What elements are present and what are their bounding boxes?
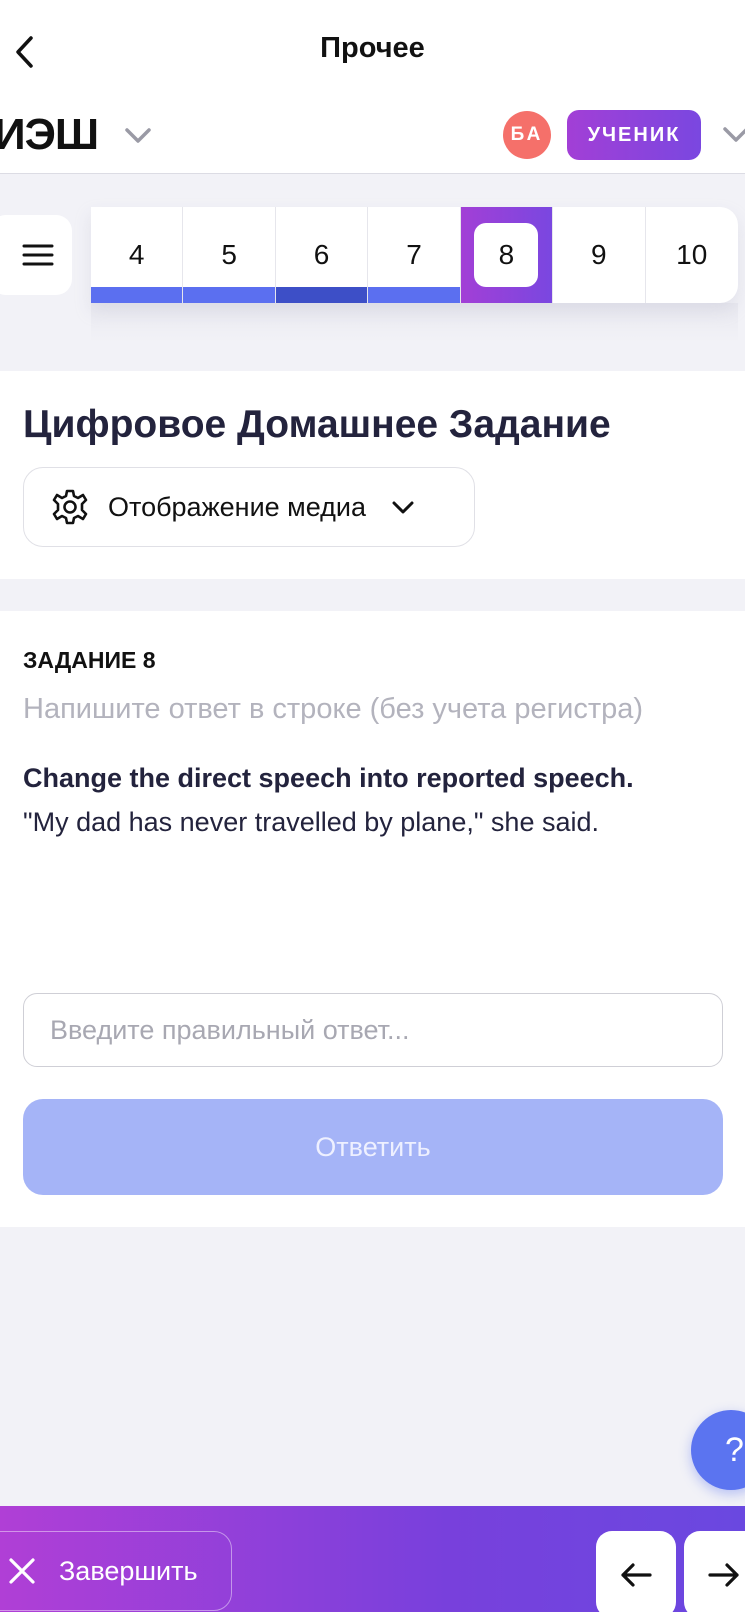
- task-tab-10[interactable]: 10: [646, 207, 738, 303]
- task-card: ЗАДАНИЕ 8 Напишите ответ в строке (без у…: [0, 611, 745, 1227]
- task-tab-label: 9: [591, 239, 607, 270]
- task-hint: Напишите ответ в строке (без учета регис…: [23, 693, 644, 725]
- title-card: Цифровое Домашнее Задание Отображение ме…: [0, 371, 745, 579]
- task-tab-label: 8: [474, 223, 539, 287]
- brand-logo: ИЭШ: [0, 110, 99, 159]
- task-tab-label: 6: [313, 239, 330, 270]
- answer-input[interactable]: [23, 993, 723, 1067]
- brand-menu-button[interactable]: [122, 122, 154, 150]
- chevron-down-icon: [392, 501, 414, 514]
- task-tab-label: 5: [221, 239, 237, 270]
- role-menu-button[interactable]: [722, 120, 745, 150]
- next-task-button[interactable]: [684, 1531, 745, 1612]
- chevron-down-icon: [723, 127, 745, 142]
- finish-button[interactable]: Завершить: [0, 1531, 232, 1611]
- task-tab-label: 10: [676, 239, 708, 270]
- task-sentence: "My dad has never travelled by plane," s…: [23, 807, 599, 837]
- hamburger-icon: [22, 244, 54, 266]
- progress-bar: [275, 287, 368, 303]
- task-tab-4[interactable]: 4: [91, 207, 184, 303]
- media-display-dropdown[interactable]: Отображение медиа: [23, 467, 475, 547]
- role-badge[interactable]: УЧЕНИК: [567, 110, 701, 160]
- close-icon: [9, 1558, 35, 1584]
- help-button[interactable]: ?: [691, 1410, 745, 1490]
- progress-bar: [183, 287, 275, 303]
- strip-shadow: [91, 303, 738, 343]
- task-tab-label: 7: [406, 239, 422, 270]
- help-label: ?: [725, 1430, 744, 1469]
- task-tab-7[interactable]: 7: [368, 207, 461, 303]
- task-menu-button[interactable]: [0, 215, 72, 295]
- arrow-left-icon: [621, 1562, 652, 1587]
- task-number: ЗАДАНИЕ 8: [23, 647, 156, 673]
- finish-label: Завершить: [59, 1555, 198, 1586]
- media-display-label: Отображение медиа: [108, 491, 367, 522]
- top-nav: Прочее: [0, 0, 745, 100]
- progress-bar: [368, 287, 460, 303]
- task-tab-5[interactable]: 5: [183, 207, 276, 303]
- task-tabs: 4 5 6 7 8 9 10: [91, 207, 738, 303]
- bottom-bar: Завершить: [0, 1506, 745, 1612]
- task-tab-8[interactable]: 8: [460, 207, 554, 303]
- gear-icon: [52, 489, 88, 525]
- submit-button[interactable]: Ответить: [23, 1099, 723, 1195]
- previous-task-button[interactable]: [596, 1531, 676, 1612]
- page-title: Цифровое Домашнее Задание: [23, 403, 611, 446]
- app-screen: Прочее ИЭШ БА УЧЕНИК 4 5 6 7 8 9 10 Цифр…: [0, 0, 745, 1612]
- task-tab-9[interactable]: 9: [553, 207, 646, 303]
- task-tab-label: 4: [128, 239, 145, 270]
- task-tab-6[interactable]: 6: [275, 207, 369, 303]
- avatar[interactable]: БА: [503, 111, 551, 159]
- nav-title: Прочее: [320, 32, 425, 64]
- task-question: Change the direct speech into reported s…: [23, 763, 634, 793]
- progress-bar: [91, 287, 183, 303]
- chevron-down-icon: [125, 128, 151, 143]
- app-header: ИЭШ БА УЧЕНИК: [0, 100, 745, 174]
- arrow-right-icon: [708, 1562, 739, 1587]
